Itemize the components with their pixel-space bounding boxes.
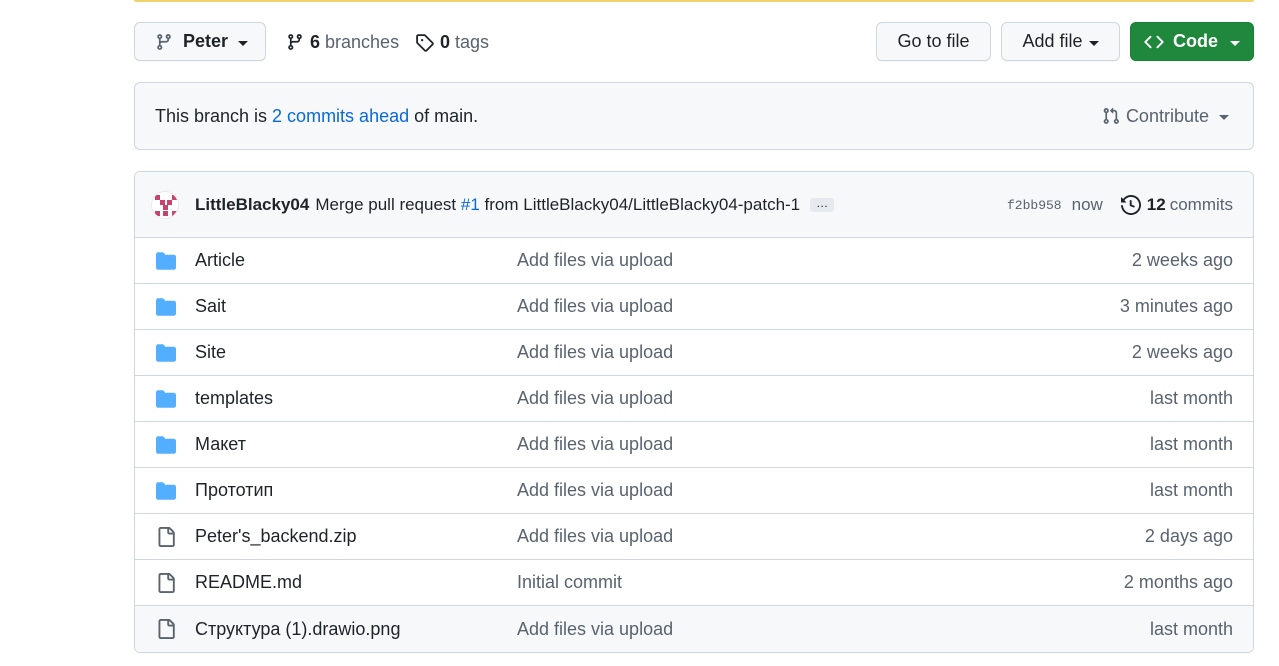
notice-strip bbox=[134, 0, 1254, 2]
folder-icon bbox=[156, 390, 176, 408]
branches-link[interactable]: 6 branches bbox=[286, 22, 399, 62]
file-age: last month bbox=[1149, 480, 1233, 500]
ahead-suffix: of main. bbox=[414, 105, 479, 126]
add-file-label: Add file bbox=[1022, 31, 1083, 51]
file-row: Макет Add files via upload last month bbox=[135, 422, 1253, 468]
folder-icon bbox=[156, 436, 176, 454]
chevron-down-icon bbox=[1219, 115, 1229, 120]
branch-name: Peter bbox=[183, 31, 229, 51]
tag-icon bbox=[416, 33, 434, 52]
go-to-file-label: Go to file bbox=[897, 31, 970, 51]
commits-count: 12 bbox=[1146, 195, 1166, 214]
file-name-link[interactable]: Site bbox=[195, 342, 226, 363]
commit-message-start: Merge pull request bbox=[315, 194, 457, 214]
branch-select-button[interactable]: Peter bbox=[134, 22, 266, 61]
folder-icon bbox=[156, 298, 176, 316]
git-pull-request-icon bbox=[1103, 107, 1119, 124]
commits-history-link[interactable]: 12 commits bbox=[1120, 195, 1233, 215]
chevron-down-icon bbox=[238, 40, 249, 46]
file-age: last month bbox=[1149, 618, 1233, 639]
file-row: README.md Initial commit 2 months ago bbox=[135, 560, 1253, 606]
file-row: templates Add files via upload last mont… bbox=[135, 376, 1253, 422]
branches-label: branches bbox=[325, 31, 400, 52]
contribute-button[interactable]: Contribute bbox=[1102, 83, 1229, 149]
pull-request-link[interactable]: #1 bbox=[461, 195, 480, 214]
file-commit-message-link[interactable]: Add files via upload bbox=[517, 250, 673, 271]
commit-author-link[interactable]: LittleBlacky04 bbox=[195, 195, 309, 215]
commits-label: commits bbox=[1169, 195, 1233, 214]
commit-time: now bbox=[1071, 195, 1103, 214]
file-icon bbox=[158, 619, 175, 639]
branches-count: 6 bbox=[310, 31, 321, 52]
file-name-link[interactable]: Sait bbox=[195, 296, 226, 317]
file-name-link[interactable]: Структура (1).drawio.png bbox=[195, 619, 400, 640]
file-name-link[interactable]: Макет bbox=[195, 434, 246, 455]
git-branch-icon bbox=[157, 33, 171, 50]
file-commit-message-link[interactable]: Add files via upload bbox=[517, 480, 673, 501]
file-table: LittleBlacky04 Merge pull request #1 fro… bbox=[134, 171, 1254, 653]
code-button[interactable]: Code bbox=[1130, 22, 1254, 61]
commit-message[interactable]: Merge pull request #1 from LittleBlacky0… bbox=[315, 195, 800, 215]
file-commit-message-link[interactable]: Add files via upload bbox=[517, 434, 673, 455]
file-age: 3 minutes ago bbox=[1119, 296, 1233, 316]
file-name-link[interactable]: templates bbox=[195, 388, 273, 409]
commit-meta: f2bb958 now 12 commits bbox=[1007, 172, 1233, 238]
file-age: last month bbox=[1149, 388, 1233, 408]
file-age: 2 weeks ago bbox=[1131, 342, 1233, 362]
tags-count: 0 bbox=[440, 31, 451, 52]
file-commit-message-link[interactable]: Add files via upload bbox=[517, 342, 673, 363]
tags-link[interactable]: 0 tags bbox=[415, 22, 489, 62]
file-age: 2 weeks ago bbox=[1131, 250, 1233, 270]
avatar[interactable] bbox=[151, 190, 179, 219]
file-age: 2 days ago bbox=[1144, 526, 1233, 546]
file-row: Sait Add files via upload 3 minutes ago bbox=[135, 284, 1253, 330]
file-row: Прототип Add files via upload last month bbox=[135, 468, 1253, 514]
latest-commit-row: LittleBlacky04 Merge pull request #1 fro… bbox=[135, 172, 1253, 238]
git-branch-icon bbox=[288, 34, 302, 50]
file-row: Article Add files via upload 2 weeks ago bbox=[135, 238, 1253, 284]
code-label: Code bbox=[1173, 31, 1218, 51]
code-icon bbox=[1144, 35, 1164, 48]
chevron-down-icon bbox=[1088, 40, 1099, 46]
commit-sha-link[interactable]: f2bb958 bbox=[1007, 198, 1062, 213]
file-age: last month bbox=[1149, 434, 1233, 454]
file-commit-message-link[interactable]: Add files via upload bbox=[517, 526, 673, 547]
file-name-link[interactable]: Прототип bbox=[195, 480, 273, 501]
ahead-prefix: This branch is bbox=[155, 105, 268, 126]
file-commit-message-link[interactable]: Add files via upload bbox=[517, 619, 673, 640]
branch-ahead-banner: This branch is 2 commits ahead of main. … bbox=[134, 82, 1254, 150]
file-commit-message-link[interactable]: Add files via upload bbox=[517, 296, 673, 317]
file-commit-message-link[interactable]: Initial commit bbox=[517, 572, 622, 593]
commits-ahead-link[interactable]: 2 commits ahead bbox=[272, 106, 409, 127]
chevron-down-icon bbox=[1230, 40, 1240, 46]
tags-label: tags bbox=[455, 31, 490, 52]
folder-icon bbox=[156, 344, 176, 362]
folder-icon bbox=[156, 482, 176, 500]
add-file-button[interactable]: Add file bbox=[1001, 22, 1120, 61]
repo-toolbar: Peter 6 branches 0 tags Go to file Add f… bbox=[134, 22, 1254, 62]
file-name-link[interactable]: README.md bbox=[195, 572, 302, 593]
file-name-link[interactable]: Peter's_backend.zip bbox=[195, 526, 357, 547]
folder-icon bbox=[156, 252, 176, 270]
go-to-file-button[interactable]: Go to file bbox=[876, 22, 991, 61]
file-row: Структура (1).drawio.png Add files via u… bbox=[135, 606, 1253, 652]
file-age: 2 months ago bbox=[1123, 572, 1233, 592]
file-name-link[interactable]: Article bbox=[195, 250, 245, 271]
commit-message-end: from LittleBlacky04/LittleBlacky04-patch… bbox=[484, 194, 801, 214]
file-icon bbox=[158, 573, 175, 593]
expand-commit-button[interactable]: … bbox=[810, 197, 835, 212]
history-icon bbox=[1120, 195, 1141, 215]
contribute-label: Contribute bbox=[1125, 105, 1209, 126]
file-row: Site Add files via upload 2 weeks ago bbox=[135, 330, 1253, 376]
file-commit-message-link[interactable]: Add files via upload bbox=[517, 388, 673, 409]
file-icon bbox=[158, 527, 175, 547]
file-row: Peter's_backend.zip Add files via upload… bbox=[135, 514, 1253, 560]
